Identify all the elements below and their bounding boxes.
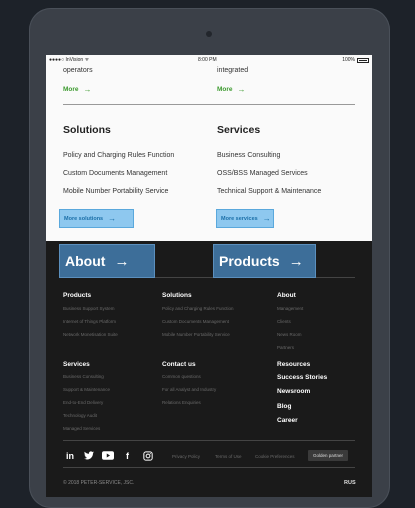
screen: ●●●●○ InVision ᯤ 8:00 PM 100% operators … (46, 55, 372, 497)
footer-link[interactable]: Network Monetisation Suite (63, 332, 118, 337)
footer-link[interactable]: End-to-End Delivery (63, 400, 103, 405)
clock-label: 8:00 PM (198, 57, 217, 63)
terms-of-use-link[interactable]: Terms of Use (215, 454, 242, 459)
copyright-text: © 2018 PETER-SERVICE, JSC. (63, 480, 135, 486)
more-services-button[interactable]: More services → (216, 209, 274, 228)
footer-divider (63, 440, 355, 441)
solutions-title: Solutions (63, 124, 111, 136)
section-divider (63, 104, 355, 105)
footer-link[interactable]: For all Analyst and Industry (162, 387, 216, 392)
footer-link[interactable]: Relations Enquiries (162, 400, 201, 405)
services-item[interactable]: Technical Support & Maintenance (217, 188, 321, 195)
footer-link[interactable]: Support & Maintenance (63, 387, 110, 392)
footer-link[interactable]: Technology Audit (63, 413, 97, 418)
more-solutions-label: More solutions (64, 215, 104, 222)
camera-icon (206, 31, 212, 37)
services-title: Services (217, 124, 261, 136)
battery-icon (357, 57, 369, 63)
footer-solutions-title: Solutions (162, 292, 192, 299)
more-link-label: More (217, 86, 233, 93)
instagram-icon[interactable] (143, 450, 153, 461)
linkedin-icon[interactable]: in (66, 450, 74, 461)
arrow-right-icon: → (237, 85, 246, 94)
partial-text-right: integrated (217, 67, 249, 74)
footer-resource-link[interactable]: Career (277, 417, 298, 424)
light-section: operators integrated More → More → Solut… (46, 64, 372, 241)
arrow-right-icon: → (262, 214, 271, 223)
carrier-label: ●●●●○ InVision ᯤ (49, 57, 90, 63)
arrow-right-icon: → (114, 252, 130, 270)
partial-text-left: operators (63, 67, 93, 74)
privacy-policy-link[interactable]: Privacy Policy (172, 454, 200, 459)
footer-link[interactable]: Business Consulting (63, 374, 104, 379)
footer-link[interactable]: Clients (277, 319, 291, 324)
battery-indicator: 100% (342, 57, 369, 63)
more-link-right[interactable]: More → (217, 85, 246, 94)
footer-link[interactable]: Internet of Things Platform (63, 319, 116, 324)
more-link-label: More (63, 86, 79, 93)
youtube-icon[interactable] (102, 450, 114, 461)
golden-partner-badge[interactable]: Golden partner (308, 450, 349, 461)
about-button[interactable]: About → (59, 244, 155, 278)
footer-resource-link[interactable]: Blog (277, 403, 291, 410)
footer-contact-title: Contact us (162, 361, 196, 368)
footer-link[interactable]: Common questions (162, 374, 201, 379)
products-button[interactable]: Products → (213, 244, 316, 278)
footer-products-title: Products (63, 292, 92, 299)
arrow-right-icon: → (288, 252, 304, 270)
footer-divider (63, 467, 355, 468)
footer-resource-link[interactable]: Success Stories (277, 374, 327, 381)
arrow-right-icon: → (83, 85, 92, 94)
facebook-icon[interactable]: f (126, 450, 129, 461)
footer-link[interactable]: News Room (277, 332, 302, 337)
footer-services-title: Services (63, 361, 90, 368)
services-item[interactable]: Business Consulting (217, 152, 280, 159)
arrow-right-icon: → (108, 214, 117, 223)
solutions-item[interactable]: Mobile Number Portability Service (63, 188, 168, 195)
solutions-item[interactable]: Custom Documents Management (63, 170, 167, 177)
footer-link[interactable]: Partners (277, 345, 294, 350)
more-services-label: More services (221, 215, 258, 222)
footer-resources-title: Resources (277, 361, 311, 368)
more-link-left[interactable]: More → (63, 85, 92, 94)
footer-link[interactable]: Mobile Number Portability Service (162, 332, 230, 337)
about-button-label: About (65, 253, 106, 269)
footer-link[interactable]: Policy and Charging Rules Function (162, 306, 234, 311)
more-solutions-button[interactable]: More solutions → (59, 209, 134, 228)
footer-about-title: About (277, 292, 296, 299)
footer-divider (316, 277, 355, 278)
language-switch[interactable]: RUS (344, 480, 356, 486)
footer-link[interactable]: Managed Services (63, 426, 100, 431)
footer: About → Products → Products Solutions Ab… (46, 241, 372, 497)
footer-link[interactable]: Management (277, 306, 303, 311)
services-item[interactable]: OSS/BSS Managed Services (217, 170, 308, 177)
footer-divider (155, 277, 213, 278)
footer-link[interactable]: Custom Documents Management (162, 319, 229, 324)
battery-percent: 100% (342, 57, 355, 63)
footer-link[interactable]: Business Support System (63, 306, 115, 311)
footer-resource-link[interactable]: Newsroom (277, 388, 310, 395)
twitter-icon[interactable] (84, 450, 94, 461)
solutions-item[interactable]: Policy and Charging Rules Function (63, 152, 174, 159)
status-bar: ●●●●○ InVision ᯤ 8:00 PM 100% (46, 55, 372, 64)
products-button-label: Products (219, 253, 280, 269)
cookie-preferences-link[interactable]: Cookie Preferences (255, 454, 295, 459)
